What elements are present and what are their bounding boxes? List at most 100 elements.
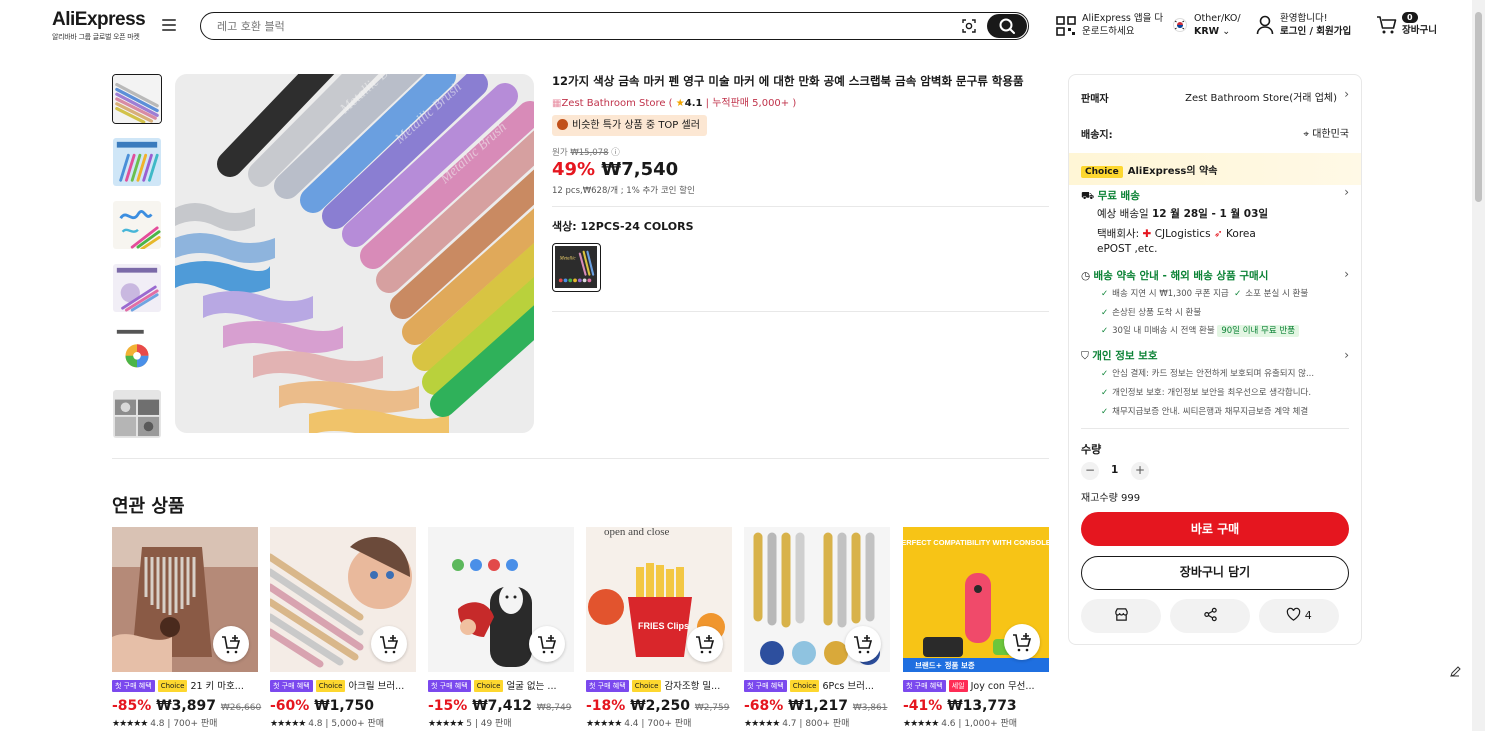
store-info: ▦Zest Bathroom Store ( ★4.1 | 누적판매 5,000… [552,98,797,109]
menu-icon[interactable] [162,19,176,31]
sold: 49 판매 [480,719,512,729]
related-product-card[interactable]: open and close FRIES Clips 첫 구매 혜택 Choice… [586,527,732,729]
thumbnail-3[interactable] [112,200,162,250]
store-link[interactable]: Zest Bathroom Store [561,98,665,109]
original-price-value: ₩15,078 [570,148,609,158]
promise-30day-refund: 30일 내 미배송 시 전액 환불 [1112,326,1215,336]
page-scrollbar[interactable] [1472,0,1485,731]
add-to-cart-icon[interactable] [529,626,565,662]
share-icon [1203,607,1217,622]
product-image[interactable]: open and close FRIES Clips [586,527,732,672]
choice-tag: Choice [789,680,820,692]
add-to-cart-icon[interactable] [687,626,723,662]
product-price: -15% ₩7,412 ₩8,749 [428,698,574,714]
price: ₩3,897 [156,698,216,714]
promise-lost-refund: 소포 분실 시 환불 [1245,289,1309,299]
product-name: 아크릴 브러... [348,681,405,692]
product-price: -68% ₩1,217 ₩3,861 [744,698,890,714]
price: ₩13,773 [947,698,1017,714]
edit-pencil-icon[interactable] [1449,666,1461,678]
related-product-card[interactable]: 첫 구매 혜택 Choice 아크릴 브러... -60% ₩1,750 ★★★… [270,527,416,729]
choice-promise-text: AliExpress의 약속 [1127,166,1218,177]
add-to-cart-icon[interactable] [213,626,249,662]
price: ₩1,750 [314,698,374,714]
thumbnail-list [112,74,162,452]
product-image[interactable] [744,527,890,672]
share-button[interactable] [1170,599,1250,633]
privacy-title: 개인 정보 보호 [1092,350,1158,362]
thumbnail-1[interactable] [112,74,162,124]
thumbnail-6[interactable] [112,389,162,439]
app-download-line2: 운로드하세요 [1082,26,1135,37]
quantity-increase-button[interactable]: + [1131,462,1149,480]
related-product-card[interactable]: PERFECT COMPATIBILITY WITH CONSOLES 브랜드+… [903,527,1049,729]
discount: -41% [903,698,943,714]
star-rating-icon: ★★★★★ [903,719,939,729]
aliexpress-logo[interactable]: AliExpress 알리바바 그룹 글로벌 오픈 마켓 [52,10,146,42]
related-product-card[interactable]: 첫 구매 혜택 Choice 21 키 마호... -85% ₩3,897 ₩2… [112,527,261,729]
account-link[interactable]: 환영합니다! 로그인 / 회원가입 [1280,12,1351,38]
image-search-icon[interactable] [961,18,977,34]
choice-tag: Choice [631,680,662,692]
product-image[interactable]: PERFECT COMPATIBILITY WITH CONSOLES 브랜드+… [903,527,1049,672]
app-download-link[interactable]: AliExpress 앱을 다 운로드하세요 [1082,12,1163,38]
chevron-right-icon[interactable]: › [1344,348,1349,362]
star-icon: ★ [675,98,685,109]
product-tags: 첫 구매 혜택 Choice 얼굴 없는 ... [428,680,574,694]
free-shipping-row[interactable]: ⛟ 무료 배송 [1081,188,1140,204]
fire-icon [557,119,568,130]
info-icon[interactable]: ⓘ [611,148,620,158]
thumbnail-4[interactable] [112,263,162,313]
add-to-cart-icon[interactable] [845,626,881,662]
rating: 4.8 [150,719,165,729]
thumbnail-5[interactable] [112,326,162,376]
stock-count: 재고수량 999 [1081,493,1141,504]
promise-delay-coupon: 배송 지연 시 ₩1,300 쿠폰 지급 [1112,289,1229,299]
search-bar [200,12,1029,40]
buy-now-button[interactable]: 바로 구매 [1081,512,1349,546]
related-product-card[interactable]: 첫 구매 혜택 Choice 얼굴 없는 ... -15% ₩7,412 ₩8,… [428,527,574,729]
wishlist-button[interactable]: 4 [1259,599,1339,633]
related-product-card[interactable]: 첫 구매 혜택 Choice 6Pcs 브러... -68% ₩1,217 ₩3… [744,527,890,729]
cart-label[interactable]: 장바구니 [1402,24,1437,37]
privacy-row[interactable]: ⛉ 개인 정보 보호 [1081,348,1158,363]
product-image[interactable] [112,527,258,672]
thumbnail-2[interactable] [112,137,162,187]
choice-badge: Choice [1081,166,1123,178]
product-rating: ★★★★★ 4.7 | 800+ 판매 [744,719,850,729]
seller-link[interactable]: Zest Bathroom Store(거래 업체) [1185,89,1337,104]
add-to-cart-button[interactable]: 장바구니 담기 [1081,556,1349,590]
delivery-promise-row[interactable]: ◷ 배송 약속 안내 - 해외 배송 상품 구매시 [1081,268,1268,283]
add-to-cart-icon[interactable] [371,626,407,662]
discount: -85% [112,698,152,714]
cart-icon[interactable] [1376,15,1398,35]
divider [1081,428,1349,429]
first-purchase-tag: 첫 구매 혜택 [744,680,787,692]
svg-text:Metallic: Metallic [559,256,577,261]
store-button[interactable] [1081,599,1161,633]
search-button[interactable] [987,14,1027,38]
choice-promise-banner: Choice AliExpress의 약속 [1069,153,1361,185]
chevron-right-icon[interactable]: › [1344,185,1349,199]
sold: 700+ 판매 [647,719,692,729]
qr-code-icon[interactable] [1056,16,1076,36]
color-swatch-selected[interactable]: Metallic [552,243,601,292]
eta-value: 12 월 28일 - 1 월 03일 [1151,208,1269,220]
quantity-decrease-button[interactable]: − [1081,462,1099,480]
region-selector[interactable]: Other/KO/ KRW ⌄ [1194,12,1241,38]
product-image[interactable] [270,527,416,672]
rating: 4.6 [941,719,956,729]
add-to-cart-icon[interactable] [1004,624,1040,660]
user-icon[interactable] [1256,15,1274,35]
chevron-right-icon[interactable]: › [1344,267,1349,281]
ship-to-selector[interactable]: ⌖ 대한민국 [1303,125,1349,140]
main-product-image[interactable]: Metallic Br Metallic Brush Metallic Brus… [175,74,534,433]
first-purchase-tag: 첫 구매 혜택 [270,680,313,692]
search-input[interactable] [217,17,917,35]
first-purchase-tag: 첫 구매 혜택 [903,680,946,692]
chevron-right-icon[interactable]: › [1344,87,1349,101]
product-image[interactable] [428,527,574,672]
original-price-label: 원가 [552,148,568,158]
product-tags: 첫 구매 혜택 세일 Joy con 무선... [903,680,1049,694]
quantity-value[interactable]: 1 [1111,464,1118,476]
